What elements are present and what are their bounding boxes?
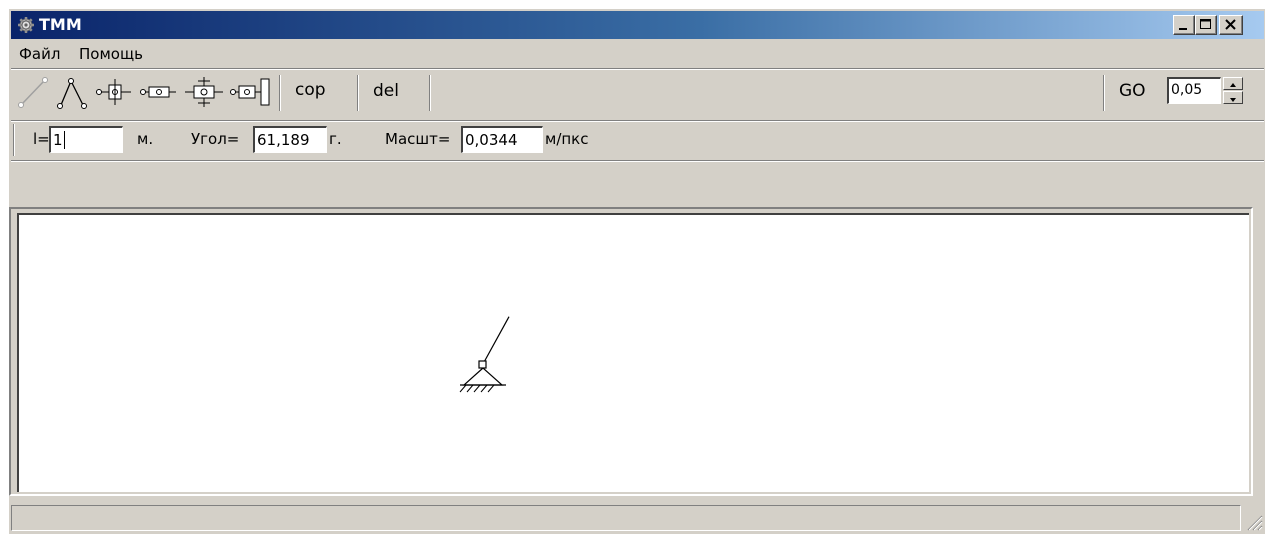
spin-up-icon bbox=[1230, 83, 1236, 87]
scale-unit: м/пкс bbox=[545, 130, 589, 148]
window-title: TMM bbox=[39, 15, 82, 34]
link-tool-icon[interactable] bbox=[15, 75, 51, 109]
close-button[interactable] bbox=[1219, 15, 1243, 35]
length-unit: м. bbox=[137, 130, 154, 148]
toolbar-separator bbox=[1103, 75, 1105, 111]
length-label: l= bbox=[33, 130, 50, 148]
go-button[interactable]: GO bbox=[1119, 81, 1146, 101]
menu-bar: Файл Помощь bbox=[11, 41, 1264, 67]
step-input[interactable]: 0,05 bbox=[1167, 77, 1221, 104]
status-bar bbox=[11, 503, 1264, 533]
toolbar-separator bbox=[429, 75, 431, 111]
gear-icon bbox=[18, 17, 34, 33]
angle-unit: г. bbox=[329, 130, 342, 148]
angle-label: Угол= bbox=[191, 130, 240, 148]
cop-button[interactable]: cop bbox=[295, 80, 326, 100]
toolbar: cop del GO 0,05 bbox=[11, 69, 1264, 119]
scale-input[interactable]: 0,0344 bbox=[461, 126, 543, 153]
dyad-tool-icon[interactable] bbox=[55, 75, 91, 109]
spin-up-button[interactable] bbox=[1223, 77, 1243, 90]
title-bar[interactable]: TMM bbox=[11, 11, 1264, 39]
maximize-icon bbox=[1200, 19, 1211, 29]
ground-support-icon[interactable] bbox=[459, 360, 506, 393]
spin-down-icon bbox=[1230, 98, 1236, 102]
status-panel bbox=[11, 505, 1241, 531]
slider-block-tool-icon[interactable] bbox=[139, 75, 179, 109]
step-spinner[interactable] bbox=[1223, 77, 1243, 105]
del-button[interactable]: del bbox=[373, 81, 399, 101]
length-input[interactable]: 1 bbox=[49, 126, 123, 153]
mechanism-drawing[interactable] bbox=[19, 215, 1247, 490]
resize-grip-icon[interactable] bbox=[1245, 513, 1263, 531]
angle-input[interactable]: 61,189 bbox=[253, 126, 327, 153]
drawing-canvas[interactable] bbox=[17, 213, 1249, 492]
params-divider bbox=[11, 160, 1264, 162]
params-bar: l= 1 м. Угол= 61,189 г. Масшт= 0,0344 м/… bbox=[11, 122, 1264, 158]
text-cursor bbox=[63, 131, 65, 149]
guide-slider-tool-icon[interactable] bbox=[229, 75, 273, 109]
toolbar-separator bbox=[357, 75, 359, 111]
crank-link[interactable] bbox=[482, 316, 510, 365]
toolbar-separator bbox=[279, 75, 281, 111]
minimize-button[interactable] bbox=[1173, 15, 1195, 35]
menu-file[interactable]: Файл bbox=[19, 45, 60, 63]
close-icon bbox=[1225, 19, 1236, 30]
spin-down-button[interactable] bbox=[1223, 91, 1243, 104]
params-grip bbox=[13, 124, 15, 156]
app-window: TMM Файл Помощь cop del GO 0,05 l= 1 м. … bbox=[8, 8, 1265, 534]
menu-help[interactable]: Помощь bbox=[79, 45, 143, 63]
rotary-slider-tool-icon[interactable] bbox=[183, 75, 225, 109]
maximize-button[interactable] bbox=[1195, 15, 1217, 35]
slider-tool-icon[interactable] bbox=[95, 75, 135, 109]
minimize-icon bbox=[1179, 28, 1187, 30]
scale-label: Масшт= bbox=[385, 130, 451, 148]
length-value: 1 bbox=[53, 131, 63, 149]
